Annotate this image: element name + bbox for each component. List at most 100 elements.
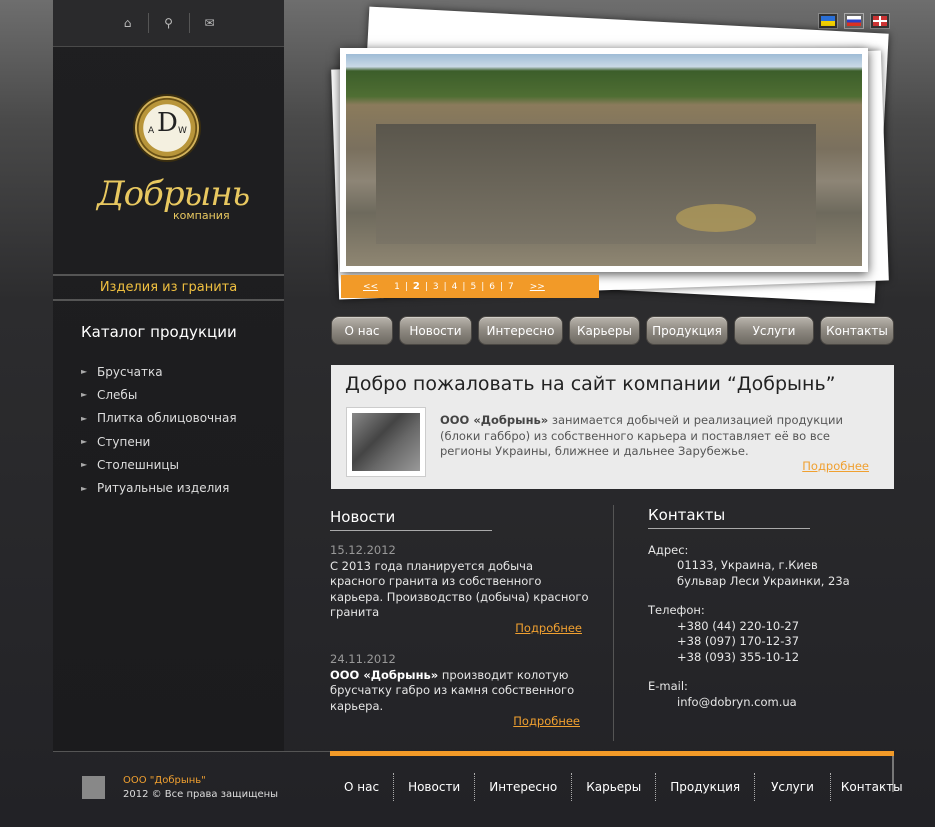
- quarry-pit: [376, 124, 816, 244]
- bullet-icon: ►: [81, 367, 88, 377]
- catalog-list: ► Брусчатка ► Слебы ► Плитка облицовочная ►…: [81, 360, 237, 500]
- phone-label: Телефон:: [648, 603, 705, 617]
- catalog-title: Каталог продукции: [81, 323, 237, 341]
- footer-nav: О нас Новости Интересно Карьеры Продукци…: [330, 773, 913, 801]
- nav-products[interactable]: Продукция: [646, 316, 728, 345]
- sidebar: ⌂ ⚲ ✉ A D W Добрынь компания Изделия из …: [53, 0, 284, 752]
- slideshow-pager: << 1 | 2 | 3 | 4 | 5 | 6 | 7 >>: [341, 275, 599, 298]
- catalog-item[interactable]: ► Плитка облицовочная: [81, 407, 237, 430]
- welcome-text: ООО «Добрынь» занимается добычей и реали…: [440, 413, 872, 460]
- welcome-title: Добро пожаловать на сайт компании “Добры…: [345, 373, 836, 395]
- language-switcher: [818, 13, 890, 29]
- welcome-block: Добро пожаловать на сайт компании “Добры…: [331, 365, 894, 489]
- news-title: Новости: [330, 508, 492, 531]
- news-text: ООО «Добрынь» производит колотую брусчат…: [330, 668, 590, 715]
- column-divider: [613, 505, 614, 741]
- catalog-item-label: Плитка облицовочная: [97, 411, 237, 426]
- email-link[interactable]: info@dobryn.com.ua: [648, 695, 894, 711]
- nav-services[interactable]: Услуги: [734, 316, 814, 345]
- home-icon[interactable]: ⌂: [108, 13, 148, 33]
- granite-thumbnail[interactable]: [346, 407, 426, 477]
- footer-nav-contacts[interactable]: Контакты: [831, 773, 913, 801]
- contacts-section: Контакты Адрес: 01133, Украина, г.Киев б…: [648, 507, 894, 711]
- footer-divider: [53, 751, 330, 752]
- flag-ua-icon[interactable]: [818, 13, 838, 29]
- footer-nav-products[interactable]: Продукция: [656, 773, 754, 801]
- nav-about[interactable]: О нас: [331, 316, 393, 345]
- catalog-item-label: Столешницы: [97, 457, 180, 472]
- catalog-item-label: Слебы: [97, 387, 138, 402]
- bullet-icon: ►: [81, 483, 88, 493]
- footer-nav-news[interactable]: Новости: [394, 773, 474, 801]
- brand-name: Добрынь: [97, 174, 250, 214]
- flag-en-icon[interactable]: [870, 13, 890, 29]
- catalog-item-label: Ступени: [97, 434, 151, 449]
- welcome-company: ООО «Добрынь»: [440, 413, 549, 427]
- pager-next[interactable]: >>: [530, 282, 545, 292]
- quarry-image: [346, 54, 862, 266]
- nav-contacts[interactable]: Контакты: [820, 316, 894, 345]
- contacts-title: Контакты: [648, 507, 810, 529]
- pager-page[interactable]: 5: [470, 282, 476, 292]
- phone-number: +38 (097) 170-12-37: [677, 634, 800, 648]
- main-nav: О нас Новости Интересно Карьеры Продукци…: [331, 316, 894, 345]
- top-icon-bar: ⌂ ⚲ ✉: [53, 0, 284, 47]
- footer-nav-quarries[interactable]: Карьеры: [572, 773, 655, 801]
- catalog-item[interactable]: ► Слебы: [81, 383, 237, 406]
- medal-letter-w: W: [178, 126, 187, 136]
- catalog-item-label: Ритуальные изделия: [97, 481, 230, 496]
- bullet-icon: ►: [81, 437, 88, 447]
- footer-nav-services[interactable]: Услуги: [755, 773, 830, 801]
- pager-page[interactable]: 1: [394, 282, 400, 292]
- bullet-icon: ►: [81, 460, 88, 470]
- mail-icon[interactable]: ✉: [190, 13, 230, 33]
- news-company: ООО «Добрынь»: [330, 667, 439, 682]
- email-label: E-mail:: [648, 679, 688, 693]
- nav-interesting[interactable]: Интересно: [478, 316, 563, 345]
- nav-news[interactable]: Новости: [399, 316, 472, 345]
- phone-number: +380 (44) 220-10-27: [677, 618, 800, 633]
- pager-page[interactable]: 7: [508, 282, 514, 292]
- search-icon[interactable]: ⚲: [149, 13, 189, 33]
- address-line: 01133, Украина, г.Киев: [677, 558, 818, 572]
- welcome-more-link[interactable]: Подробнее: [802, 459, 869, 473]
- footer-nav-interesting[interactable]: Интересно: [475, 773, 571, 801]
- news-item: 15.12.2012 С 2013 года планируется добыч…: [330, 543, 590, 636]
- footer-copyright: 2012 © Все права защищены: [123, 789, 279, 800]
- pager-prev[interactable]: <<: [363, 282, 378, 292]
- address-label: Адрес:: [648, 542, 689, 557]
- section-bar[interactable]: Изделия из гранита: [53, 274, 284, 301]
- catalog-item[interactable]: ► Ритуальные изделия: [81, 476, 237, 499]
- medal-letter-a: A: [148, 126, 155, 136]
- bullet-icon: ►: [81, 390, 88, 400]
- address-line: бульвар Леси Украинки, 23а: [677, 573, 850, 588]
- medal-logo-icon: A D W: [135, 96, 199, 160]
- medal-letter-d: D: [157, 108, 178, 138]
- catalog-item[interactable]: ► Ступени: [81, 430, 237, 453]
- news-section: Новости 15.12.2012 С 2013 года планирует…: [330, 508, 590, 730]
- catalog-item[interactable]: ► Столешницы: [81, 453, 237, 476]
- catalog-item-label: Брусчатка: [97, 364, 163, 379]
- news-date: 24.11.2012: [330, 652, 396, 666]
- news-item: 24.11.2012 ООО «Добрынь» производит коло…: [330, 652, 590, 730]
- pager-page[interactable]: 3: [433, 282, 439, 292]
- logo[interactable]: A D W Добрынь компания: [53, 48, 284, 274]
- footer-company: ООО "Добрынь": [123, 775, 206, 786]
- phone-number: +38 (093) 355-10-12: [677, 649, 800, 664]
- footer-logo-icon: [82, 776, 105, 799]
- footer-accent-bar: [330, 751, 894, 756]
- catalog-item[interactable]: ► Брусчатка: [81, 360, 237, 383]
- slideshow-photo: [340, 48, 868, 272]
- pager-page[interactable]: 4: [452, 282, 458, 292]
- nav-quarries[interactable]: Карьеры: [569, 316, 640, 345]
- bullet-icon: ►: [81, 413, 88, 423]
- pager-page[interactable]: 6: [489, 282, 495, 292]
- footer-nav-about[interactable]: О нас: [330, 773, 393, 801]
- brand-subtitle: компания: [173, 209, 230, 222]
- quarry-water: [676, 204, 756, 232]
- pager-page-current[interactable]: 2: [413, 281, 420, 292]
- news-more-link[interactable]: Подробнее: [330, 621, 582, 637]
- news-date: 15.12.2012: [330, 543, 396, 557]
- flag-ru-icon[interactable]: [844, 13, 864, 29]
- news-more-link[interactable]: Подробнее: [330, 714, 580, 730]
